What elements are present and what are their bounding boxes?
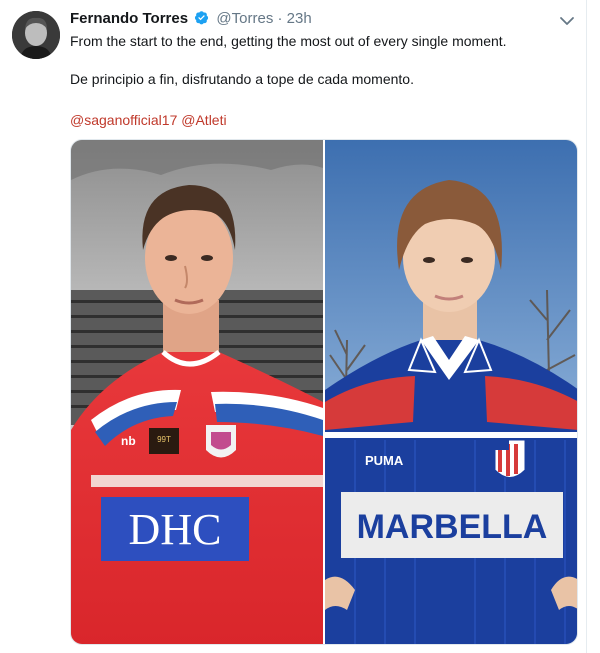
left-shirt-sponsor: DHC: [129, 505, 222, 554]
tweet-header: Fernando Torres @Torres · 23h: [70, 10, 312, 30]
avatar[interactable]: [12, 11, 60, 59]
tweet-mentions: @saganofficial17 @Atleti: [70, 111, 227, 129]
right-shirt-sponsor: MARBELLA: [357, 508, 548, 546]
svg-text:nb: nb: [121, 434, 136, 448]
mention-atleti[interactable]: @Atleti: [181, 112, 226, 128]
verified-badge-icon: [194, 10, 209, 30]
author-name[interactable]: Fernando Torres: [70, 10, 188, 27]
author-handle[interactable]: @Torres: [216, 10, 273, 27]
mention-sagan[interactable]: @saganofficial17: [70, 112, 177, 128]
tweet-text-spanish: De principio a fin, disfrutando a tope d…: [70, 71, 414, 87]
tweet-media[interactable]: 99T DHC nb PUMA MARBELLA: [70, 139, 578, 645]
avatar-image: [12, 11, 60, 59]
photo-adult-player[interactable]: 99T DHC nb: [71, 140, 323, 644]
right-shirt-brand: PUMA: [365, 453, 404, 468]
left-shirt-badge: 99T: [157, 435, 171, 444]
timeline-border: [586, 0, 587, 653]
photo-young-player[interactable]: PUMA MARBELLA: [325, 140, 577, 644]
tweet-text-english: From the start to the end, getting the m…: [70, 33, 507, 49]
timestamp[interactable]: 23h: [287, 10, 312, 27]
tweet-card: Fernando Torres @Torres · 23h From the s…: [0, 0, 600, 653]
chevron-down-icon[interactable]: [558, 12, 576, 30]
separator-dot: ·: [277, 10, 283, 27]
